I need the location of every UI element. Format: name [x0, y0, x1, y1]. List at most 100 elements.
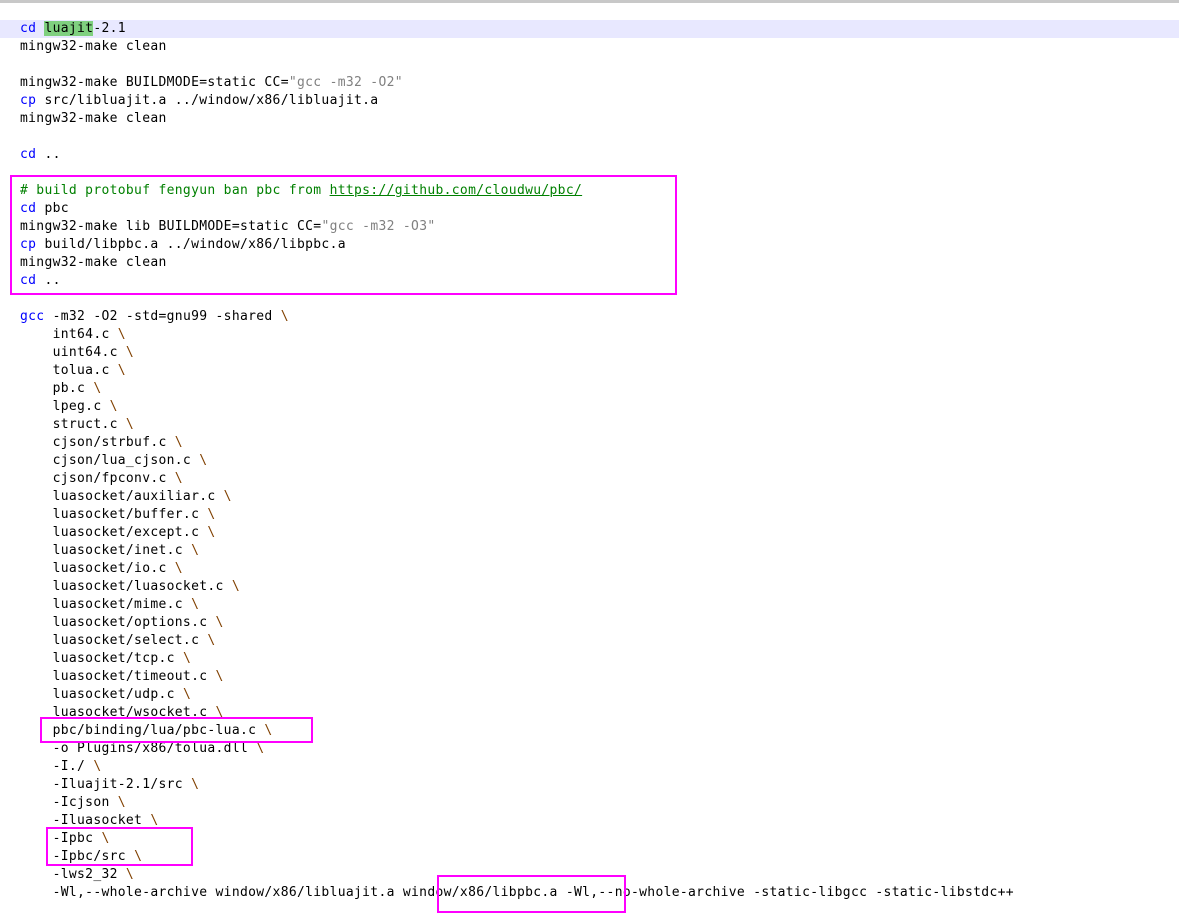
code-line-text: int64.c \ — [20, 326, 126, 344]
line-continuation: \ — [93, 381, 102, 396]
code-line-text: cjson/fpconv.c \ — [20, 470, 183, 488]
code-text: -Ipbc — [20, 831, 102, 846]
code-line[interactable] — [0, 290, 1179, 308]
line-continuation: \ — [93, 759, 102, 774]
code-text: luasocket/timeout.c — [20, 669, 216, 684]
code-line[interactable]: luasocket/udp.c \ — [0, 686, 1179, 704]
code-line[interactable]: cd .. — [0, 146, 1179, 164]
code-text: .. — [36, 147, 61, 162]
code-line[interactable]: luasocket/options.c \ — [0, 614, 1179, 632]
code-line-text: cd pbc — [20, 200, 69, 218]
code-line[interactable]: -o Plugins/x86/tolua.dll \ — [0, 740, 1179, 758]
code-line[interactable]: luasocket/tcp.c \ — [0, 650, 1179, 668]
code-line[interactable]: luasocket/except.c \ — [0, 524, 1179, 542]
code-line-text: luasocket/options.c \ — [20, 614, 224, 632]
code-text: mingw32-make BUILDMODE=static CC= — [20, 75, 289, 90]
code-text: mingw32-make clean — [20, 111, 167, 126]
line-continuation: \ — [150, 813, 159, 828]
code-line[interactable]: luasocket/luasocket.c \ — [0, 578, 1179, 596]
code-line[interactable]: luasocket/inet.c \ — [0, 542, 1179, 560]
code-line[interactable]: mingw32-make clean — [0, 254, 1179, 272]
code-line[interactable]: -Icjson \ — [0, 794, 1179, 812]
code-line[interactable]: luasocket/select.c \ — [0, 632, 1179, 650]
url-link[interactable]: https://github.com/cloudwu/pbc/ — [330, 183, 583, 198]
code-text: luasocket/buffer.c — [20, 507, 208, 522]
keyword-token: cd — [20, 201, 37, 216]
line-continuation: \ — [174, 471, 183, 486]
line-continuation: \ — [125, 345, 135, 360]
code-line[interactable]: gcc -m32 -O2 -std=gnu99 -shared \ — [0, 308, 1179, 326]
keyword-token: cd — [20, 21, 37, 36]
code-line-text: tolua.c \ — [20, 362, 126, 380]
code-line[interactable]: -lws2_32 \ — [0, 866, 1179, 884]
line-continuation: \ — [207, 633, 216, 648]
code-line[interactable]: -Iluasocket \ — [0, 812, 1179, 830]
code-line[interactable]: -I./ \ — [0, 758, 1179, 776]
code-line[interactable]: luasocket/mime.c \ — [0, 596, 1179, 614]
code-text: -Ipbc/src — [20, 849, 135, 864]
code-line-current[interactable]: cd luajit-2.1 — [0, 20, 1179, 38]
line-continuation: \ — [215, 669, 224, 684]
code-text: src/libluajit.a ../window/x86/libluajit.… — [36, 93, 379, 108]
code-text: build/libpbc.a ../window/x86/libpbc.a — [36, 237, 346, 252]
code-line[interactable]: cd pbc — [0, 200, 1179, 218]
code-line[interactable]: luasocket/io.c \ — [0, 560, 1179, 578]
keyword-token: cp — [20, 93, 37, 108]
code-line-text: -Icjson \ — [20, 794, 126, 812]
code-line[interactable]: cjson/strbuf.c \ — [0, 434, 1179, 452]
line-continuation: \ — [264, 723, 273, 738]
code-line[interactable]: tolua.c \ — [0, 362, 1179, 380]
code-line[interactable]: -Ipbc/src \ — [0, 848, 1179, 866]
code-line[interactable]: cp src/libluajit.a ../window/x86/libluaj… — [0, 92, 1179, 110]
code-text: pbc/binding/lua/pbc-lua.c — [20, 723, 265, 738]
code-line-text: luasocket/except.c \ — [20, 524, 216, 542]
code-line-text: -Ipbc \ — [20, 830, 110, 848]
code-line[interactable]: -Ipbc \ — [0, 830, 1179, 848]
code-line[interactable]: luasocket/auxiliar.c \ — [0, 488, 1179, 506]
line-continuation: \ — [280, 309, 289, 324]
code-line[interactable]: pb.c \ — [0, 380, 1179, 398]
code-line[interactable]: luasocket/wsocket.c \ — [0, 704, 1179, 722]
code-editor[interactable]: cd luajit-2.1 mingw32-make clean mingw32-m… — [0, 3, 1179, 922]
code-line-text: luasocket/timeout.c \ — [20, 668, 224, 686]
code-line[interactable]: int64.c \ — [0, 326, 1179, 344]
code-line[interactable] — [0, 56, 1179, 74]
code-line[interactable]: mingw32-make lib BUILDMODE=static CC="gc… — [0, 218, 1179, 236]
code-line[interactable]: mingw32-make clean — [0, 38, 1179, 56]
code-line[interactable]: uint64.c \ — [0, 344, 1179, 362]
code-text: luasocket/auxiliar.c — [20, 489, 224, 504]
code-text: -Iluajit-2.1/src — [20, 777, 192, 792]
code-line[interactable]: luasocket/timeout.c \ — [0, 668, 1179, 686]
code-line[interactable]: cp build/libpbc.a ../window/x86/libpbc.a — [0, 236, 1179, 254]
string-token: "gcc -m32 -O2" — [288, 75, 403, 90]
code-line[interactable]: pbc/binding/lua/pbc-lua.c \ — [0, 722, 1179, 740]
code-line[interactable]: # build protobuf fengyun ban pbc from ht… — [0, 182, 1179, 200]
code-line[interactable]: mingw32-make clean — [0, 110, 1179, 128]
line-continuation: \ — [231, 579, 240, 594]
code-line-text: -lws2_32 \ — [20, 866, 134, 884]
code-line[interactable]: mingw32-make BUILDMODE=static CC="gcc -m… — [0, 74, 1179, 92]
line-continuation: \ — [191, 597, 200, 612]
code-line[interactable]: luasocket/buffer.c \ — [0, 506, 1179, 524]
keyword-token: cd — [20, 147, 37, 162]
code-line[interactable] — [0, 164, 1179, 182]
code-line-text: luasocket/buffer.c \ — [20, 506, 216, 524]
code-line[interactable]: -Wl,--whole-archive window/x86/libluajit… — [0, 884, 1179, 902]
code-line[interactable]: lpeg.c \ — [0, 398, 1179, 416]
code-line-text: luasocket/auxiliar.c \ — [20, 488, 232, 506]
code-line-text: luasocket/io.c \ — [20, 560, 183, 578]
code-text: .. — [36, 273, 61, 288]
code-line[interactable]: struct.c \ — [0, 416, 1179, 434]
line-continuation: \ — [182, 687, 192, 702]
line-continuation: \ — [215, 615, 224, 630]
code-line[interactable]: cjson/fpconv.c \ — [0, 470, 1179, 488]
code-line-text: -Ipbc/src \ — [20, 848, 142, 866]
code-line[interactable]: -Iluajit-2.1/src \ — [0, 776, 1179, 794]
line-continuation: \ — [207, 507, 216, 522]
code-line[interactable] — [0, 128, 1179, 146]
code-line[interactable]: cjson/lua_cjson.c \ — [0, 452, 1179, 470]
code-line-text: cd .. — [20, 272, 61, 290]
code-line[interactable]: cd .. — [0, 272, 1179, 290]
code-text: luasocket/luasocket.c — [20, 579, 232, 594]
code-line-text: uint64.c \ — [20, 344, 134, 362]
